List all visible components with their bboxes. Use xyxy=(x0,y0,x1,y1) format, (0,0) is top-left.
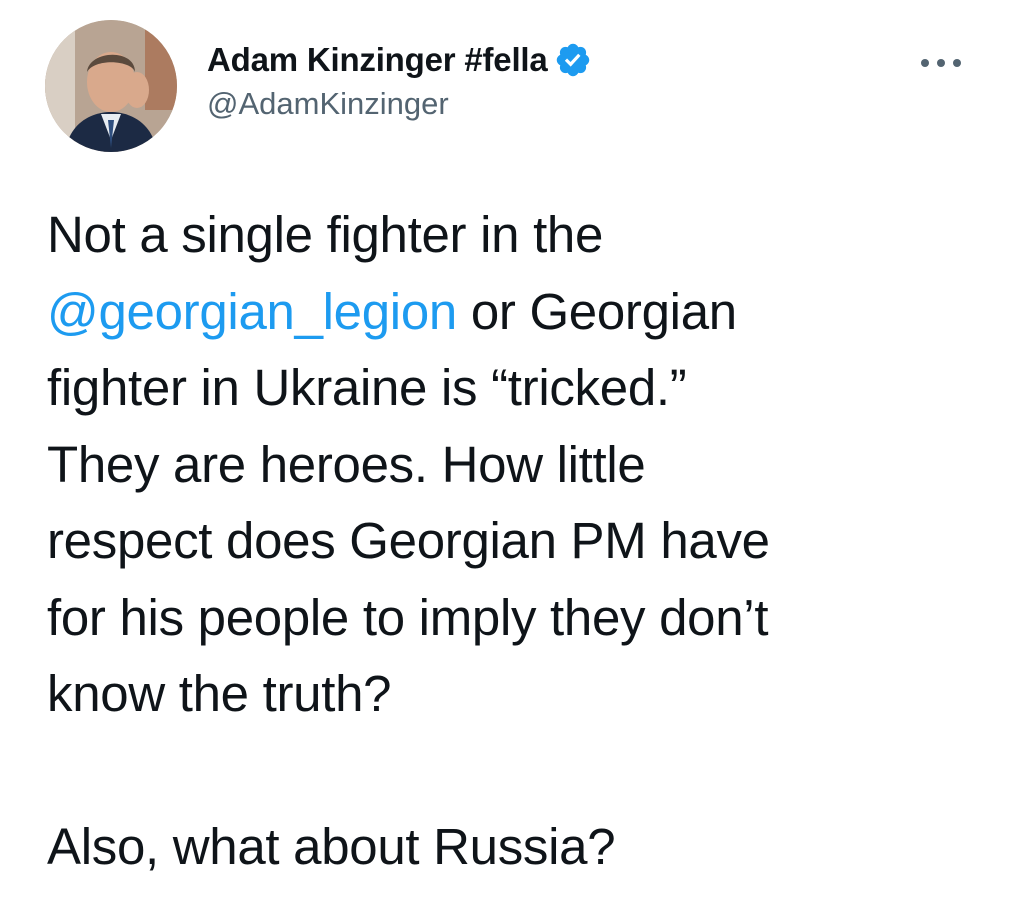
more-horizontal-icon xyxy=(921,59,961,67)
tweet-header: Adam Kinzinger #fella @AdamKinzinger xyxy=(45,20,985,155)
name-row: Adam Kinzinger #fella xyxy=(207,38,592,82)
tweet-text-line: Also, what about Russia? xyxy=(47,818,616,875)
author-display-name[interactable]: Adam Kinzinger #fella xyxy=(207,41,548,79)
tweet-text-line: @georgian_legion or Georgian xyxy=(47,274,997,351)
avatar[interactable] xyxy=(45,20,177,152)
author-handle[interactable]: @AdamKinzinger xyxy=(207,86,592,122)
tweet-text: Not a single fighter in the @georgian_le… xyxy=(47,197,997,886)
tweet-text-line: They are heroes. How little xyxy=(47,435,646,493)
tweet-text-line: know the truth? xyxy=(47,665,392,722)
author-identity: Adam Kinzinger #fella @AdamKinzinger xyxy=(207,38,592,122)
tweet-card: Adam Kinzinger #fella @AdamKinzinger Not… xyxy=(0,0,1024,904)
paragraph-break xyxy=(47,733,997,810)
tweet-text-segment: or Georgian xyxy=(456,282,737,340)
tweet-text-line: Not a single fighter in the xyxy=(47,206,604,263)
tweet-text-line: respect does Georgian PM have xyxy=(47,512,770,569)
verified-badge-icon xyxy=(554,41,592,79)
more-options-button[interactable] xyxy=(913,48,973,78)
tweet-text-line: fighter in Ukraine is “tricked.” xyxy=(47,359,687,416)
mention-link[interactable]: @georgian_legion xyxy=(47,283,457,340)
tweet-text-line: for his people to imply they don’t xyxy=(47,588,769,646)
profile-photo-icon xyxy=(45,20,177,152)
